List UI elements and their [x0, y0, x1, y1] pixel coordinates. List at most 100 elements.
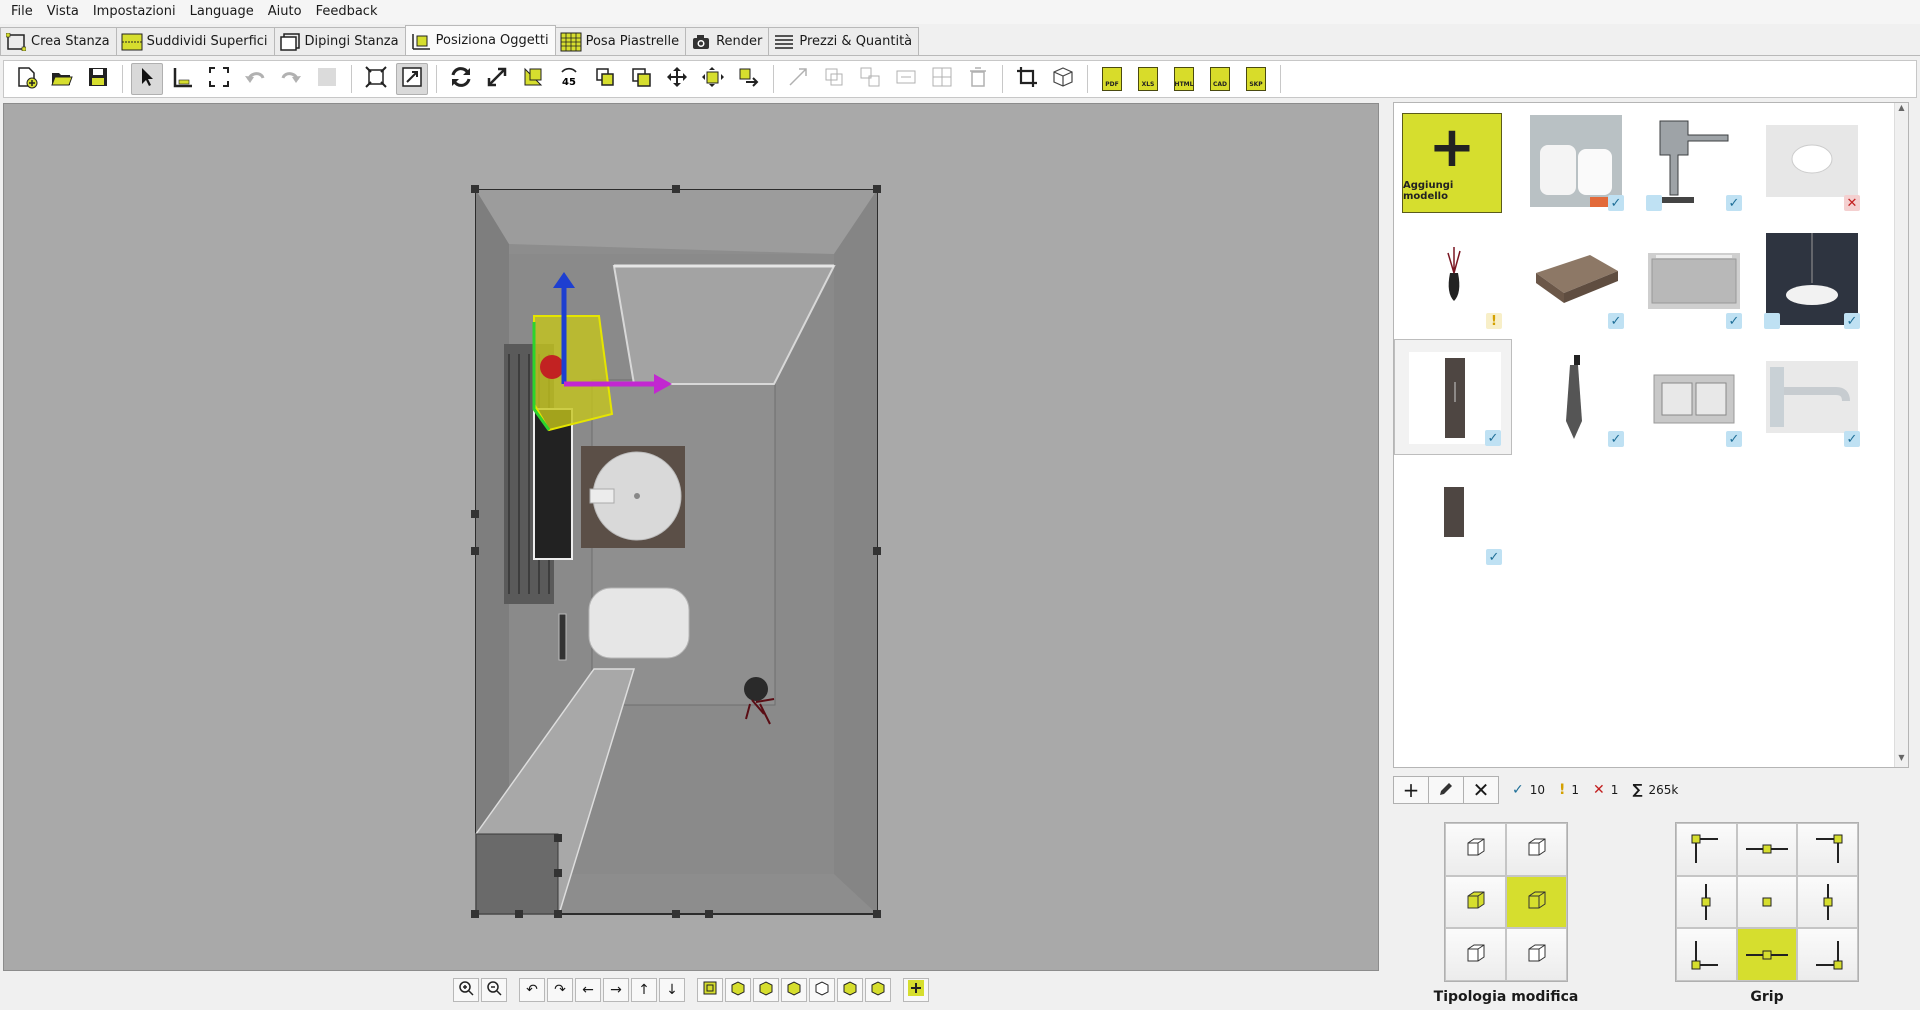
- edit-type-option[interactable]: [1445, 875, 1506, 929]
- export-pdf-button[interactable]: PDF: [1096, 63, 1128, 95]
- orbit-right-button[interactable]: ↷: [547, 978, 573, 1002]
- measure-tool-button[interactable]: [167, 63, 199, 95]
- edit-type-option[interactable]: [1506, 928, 1567, 981]
- split-grid-button[interactable]: [926, 63, 958, 95]
- add-view-button[interactable]: [903, 978, 929, 1002]
- grip-top-left[interactable]: [1676, 823, 1737, 876]
- crop-button[interactable]: [1011, 63, 1043, 95]
- texture-button[interactable]: [311, 63, 343, 95]
- open-project-button[interactable]: [46, 63, 78, 95]
- menu-file[interactable]: File: [4, 0, 40, 24]
- tab-crea-stanza[interactable]: Crea Stanza: [0, 27, 117, 55]
- catalog-item-pendant-lamp[interactable]: ✓: [1752, 221, 1870, 337]
- menu-language[interactable]: Language: [183, 0, 261, 24]
- delete-button[interactable]: [962, 63, 994, 95]
- catalog-item-vase-plant[interactable]: !: [1394, 221, 1512, 337]
- view-iso-3-button[interactable]: [781, 978, 807, 1002]
- undo-button[interactable]: [239, 63, 271, 95]
- xls-file-icon: XLS: [1138, 67, 1158, 91]
- catalog-item-flush-plate[interactable]: ✓: [1634, 339, 1752, 455]
- view-iso-1-button[interactable]: [725, 978, 751, 1002]
- 3d-viewport[interactable]: [3, 103, 1379, 971]
- catalog-item-wood-top[interactable]: ✓: [1516, 221, 1634, 337]
- grip-top-right[interactable]: [1797, 823, 1858, 876]
- duplicate-button[interactable]: [625, 63, 657, 95]
- tab-posiziona-oggetti[interactable]: Posiziona Oggetti: [404, 25, 556, 55]
- explode-button[interactable]: [782, 63, 814, 95]
- view-iso-2-button[interactable]: [753, 978, 779, 1002]
- edit-type-option-selected[interactable]: [1506, 875, 1567, 929]
- tab-prezzi-quantita[interactable]: Prezzi & Quantità: [768, 27, 920, 55]
- align-button[interactable]: [733, 63, 765, 95]
- merge-button[interactable]: [890, 63, 922, 95]
- edit-type-grid: [1444, 822, 1568, 982]
- scale-button[interactable]: [481, 63, 513, 95]
- export-skp-button[interactable]: SKP: [1240, 63, 1272, 95]
- select-tool-button[interactable]: [131, 63, 163, 95]
- view-iso-6-button[interactable]: [865, 978, 891, 1002]
- move-to-wall-button[interactable]: [697, 63, 729, 95]
- view-top-button[interactable]: [697, 978, 723, 1002]
- menu-impostazioni[interactable]: Impostazioni: [86, 0, 183, 24]
- zoom-extents-button[interactable]: [360, 63, 392, 95]
- room-plan-view[interactable]: [4, 104, 1379, 971]
- 3d-view-button[interactable]: [1047, 63, 1079, 95]
- scroll-up-icon[interactable]: ▲: [1895, 103, 1908, 117]
- edit-type-option[interactable]: [1445, 823, 1506, 876]
- orbit-left-button[interactable]: ↶: [519, 978, 545, 1002]
- catalog-scrollbar[interactable]: ▲ ▼: [1894, 103, 1908, 767]
- catalog-item-towel-hook[interactable]: ✓: [1516, 339, 1634, 455]
- redo-button[interactable]: [275, 63, 307, 95]
- catalog-item-wall-spout[interactable]: ✓: [1752, 339, 1870, 455]
- catalog-item-mirror[interactable]: ✓: [1634, 221, 1752, 337]
- tab-render[interactable]: Render: [685, 27, 770, 55]
- grip-bottom-left[interactable]: [1676, 928, 1737, 981]
- grip-center[interactable]: [1736, 875, 1798, 929]
- tab-posa-piastrelle[interactable]: Posa Piastrelle: [554, 27, 687, 55]
- grip-middle-left[interactable]: [1676, 875, 1737, 929]
- move-button[interactable]: [661, 63, 693, 95]
- pan-right-button[interactable]: →: [603, 978, 629, 1002]
- menu-aiuto[interactable]: Aiuto: [261, 0, 309, 24]
- tab-suddividi-superfici[interactable]: Suddividi Superfici: [115, 27, 275, 55]
- edit-type-option[interactable]: [1506, 823, 1567, 876]
- rotate-button[interactable]: [445, 63, 477, 95]
- save-button[interactable]: [82, 63, 114, 95]
- frame-select-button[interactable]: [203, 63, 235, 95]
- ungroup-button[interactable]: [854, 63, 886, 95]
- zoom-selection-button[interactable]: [396, 63, 428, 95]
- view-iso-5-button[interactable]: [837, 978, 863, 1002]
- add-model-button[interactable]: + Aggiungi modello: [1402, 113, 1502, 213]
- edit-type-option[interactable]: [1445, 928, 1506, 981]
- grip-bottom-right[interactable]: [1797, 928, 1858, 981]
- snap-button[interactable]: [517, 63, 549, 95]
- group-button[interactable]: [818, 63, 850, 95]
- catalog-item-wc-bidet[interactable]: ✓: [1516, 103, 1634, 219]
- mirror-button[interactable]: [589, 63, 621, 95]
- menu-vista[interactable]: Vista: [40, 0, 86, 24]
- add-item-button[interactable]: +: [1393, 776, 1429, 804]
- new-project-button[interactable]: [10, 63, 42, 95]
- export-cad-button[interactable]: CAD: [1204, 63, 1236, 95]
- zoom-out-button[interactable]: [481, 978, 507, 1002]
- pan-up-button[interactable]: ↑: [631, 978, 657, 1002]
- catalog-item-tall-cabinet[interactable]: ✓: [1394, 339, 1512, 455]
- export-xls-button[interactable]: XLS: [1132, 63, 1164, 95]
- pan-down-button[interactable]: ↓: [659, 978, 685, 1002]
- grip-middle-right[interactable]: [1797, 875, 1858, 929]
- catalog-item-faucet[interactable]: ✓: [1634, 103, 1752, 219]
- view-iso-4-button[interactable]: [809, 978, 835, 1002]
- catalog-item-door-panel[interactable]: ✓: [1394, 457, 1512, 573]
- remove-item-button[interactable]: ✕: [1463, 776, 1499, 804]
- pan-left-button[interactable]: ←: [575, 978, 601, 1002]
- scroll-down-icon[interactable]: ▼: [1895, 753, 1908, 767]
- grip-top-center[interactable]: [1736, 823, 1798, 876]
- zoom-in-button[interactable]: [453, 978, 479, 1002]
- edit-item-button[interactable]: [1428, 776, 1464, 804]
- rotate-45-button[interactable]: 45: [553, 63, 585, 95]
- export-html-button[interactable]: HTML: [1168, 63, 1200, 95]
- menu-feedback[interactable]: Feedback: [309, 0, 385, 24]
- tab-dipingi-stanza[interactable]: Dipingi Stanza: [273, 27, 406, 55]
- catalog-item-washbasin[interactable]: ✕: [1752, 103, 1870, 219]
- grip-bottom-center-selected[interactable]: [1736, 928, 1798, 981]
